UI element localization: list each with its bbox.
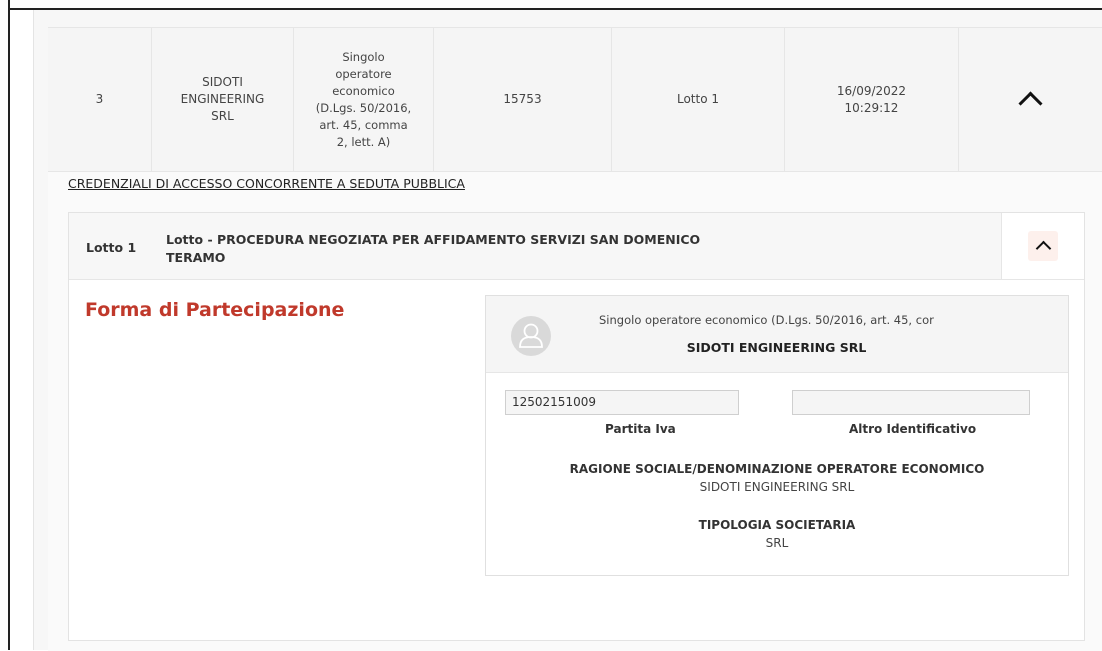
forma-partecipazione-title: Forma di Partecipazione	[85, 299, 345, 321]
partita-iva-field[interactable]: 12502151009	[505, 390, 739, 415]
lotto-section: Lotto 1 Lotto - PROCEDURA NEGOZIATA PER …	[68, 212, 1085, 641]
operator-name: SIDOTI ENGINEERING SRL	[152, 28, 294, 171]
chevron-up-icon	[1035, 240, 1051, 257]
tipologia-societaria-label: TIPOLOGIA SOCIETARIA	[698, 518, 856, 532]
row-toggle-button[interactable]	[959, 28, 1102, 171]
lotto-toggle-button[interactable]	[1001, 213, 1084, 279]
ragione-sociale-value: SIDOTI ENGINEERING SRL	[699, 480, 855, 494]
lotto-label: Lotto 1	[86, 240, 137, 255]
operator-forma-subtitle: Singolo operatore economico (D.Lgs. 50/2…	[599, 313, 934, 327]
row-number: 3	[48, 28, 152, 171]
chevron-up-icon	[1018, 91, 1043, 116]
table-row: 3 SIDOTI ENGINEERING SRL Singolo operato…	[48, 28, 1102, 172]
lotto-cell: Lotto 1	[612, 28, 785, 171]
tipologia-societaria-value: SRL	[765, 536, 789, 550]
left-gutter	[10, 10, 34, 650]
forma-partecipazione-cell: Singolo operatore economico (D.Lgs. 50/2…	[294, 28, 434, 171]
altro-identificativo-label: Altro Identificativo	[849, 422, 977, 436]
protocol-code: 15753	[434, 28, 612, 171]
ragione-sociale-label: RAGIONE SOCIALE/DENOMINAZIONE OPERATORE …	[569, 462, 985, 476]
operator-card-name: SIDOTI ENGINEERING SRL	[686, 340, 867, 355]
user-avatar-icon	[511, 316, 551, 356]
operator-card: Singolo operatore economico (D.Lgs. 50/2…	[485, 295, 1069, 576]
lotto-header: Lotto 1 Lotto - PROCEDURA NEGOZIATA PER …	[69, 213, 1084, 280]
submission-time: 10:29:12	[844, 100, 899, 115]
altro-identificativo-field[interactable]	[792, 390, 1030, 415]
frame-left-border	[0, 0, 10, 650]
submission-datetime: 16/09/2022 10:29:12	[785, 28, 959, 171]
submission-date: 16/09/2022	[836, 83, 907, 98]
operator-card-header: Singolo operatore economico (D.Lgs. 50/2…	[486, 296, 1068, 373]
partita-iva-label: Partita Iva	[605, 422, 676, 436]
credentials-link[interactable]: CREDENZIALI DI ACCESSO CONCORRENTE A SED…	[68, 176, 465, 191]
lotto-title: Lotto - PROCEDURA NEGOZIATA PER AFFIDAME…	[166, 232, 701, 265]
